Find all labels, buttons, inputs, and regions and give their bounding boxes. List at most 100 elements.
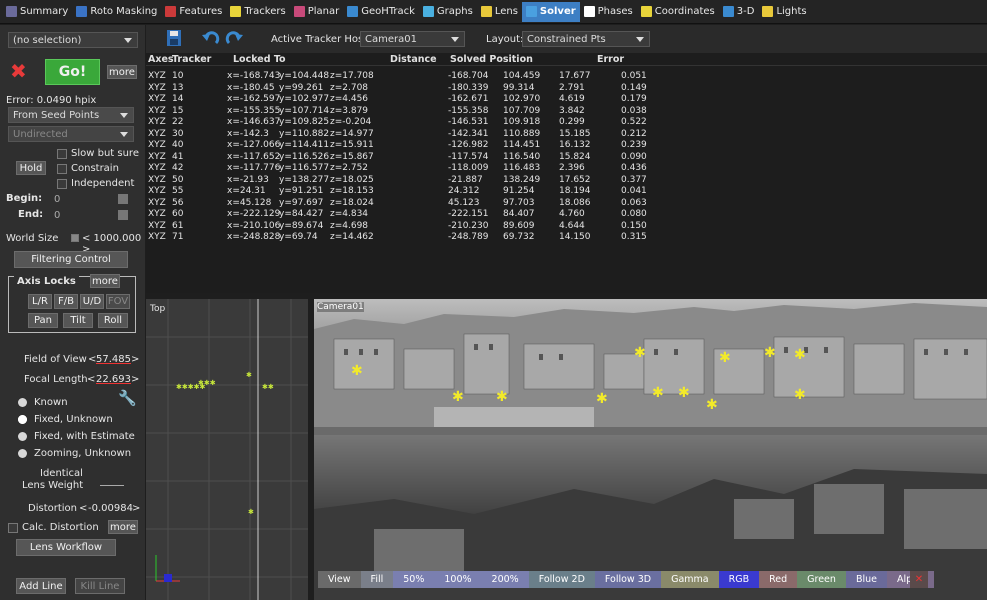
- direction-dropdown[interactable]: Undirected: [8, 126, 134, 142]
- view-200--button[interactable]: 200%: [481, 571, 529, 588]
- begin-frame-value[interactable]: 0: [54, 194, 60, 205]
- tab-planar[interactable]: Planar: [290, 2, 344, 22]
- tab-lights[interactable]: Lights: [758, 2, 810, 22]
- table-row[interactable]: XYZ 10 x=-168.743 y=104.448 z=17.708 -168.704…: [146, 71, 987, 82]
- top-viewport[interactable]: ✱✱✱✱✱ ✱✱✱ ✱ ✱✱ ✱ Top: [146, 299, 308, 600]
- view-red-button[interactable]: Red: [759, 571, 798, 588]
- field-of-view-value[interactable]: 57.485: [96, 354, 131, 365]
- table-row[interactable]: XYZ 60 x=-222.129 y=84.427 z=4.834 -222.151 84…: [146, 209, 987, 220]
- world-size-lock-checkbox[interactable]: [71, 234, 79, 242]
- tab-3-d[interactable]: 3-D: [719, 2, 759, 22]
- solver-more-button[interactable]: more: [107, 65, 137, 79]
- focal-length-value[interactable]: 22.693: [96, 374, 131, 385]
- tab-coordinates[interactable]: Coordinates: [637, 2, 719, 22]
- tracker-marker[interactable]: ✱: [719, 350, 731, 366]
- tab-lens[interactable]: Lens: [477, 2, 522, 22]
- table-row[interactable]: XYZ 56 x=45.128 y=97.697 z=18.024 45.123 97.70…: [146, 198, 987, 209]
- table-row[interactable]: XYZ 61 x=-210.106 y=89.674 z=4.698 -210.230 89…: [146, 221, 987, 232]
- lock-lr-button[interactable]: L/R: [28, 294, 52, 309]
- camera-viewport[interactable]: ✱ ✱ ✱ ✱ ✱ ✱ ✱ ✱ ✱ ✱ ✱ ✱ Camera01: [314, 299, 987, 600]
- begin-key-checkbox[interactable]: [118, 194, 128, 204]
- lens-workflow-button[interactable]: Lens Workflow: [16, 539, 116, 556]
- wrench-icon[interactable]: 🔧: [118, 389, 137, 407]
- save-icon[interactable]: [166, 29, 182, 47]
- table-row[interactable]: XYZ 30 x=-142.3 y=110.882 z=14.977 -142.341 11…: [146, 129, 987, 140]
- fov-increment[interactable]: >: [131, 354, 139, 365]
- fixed-with-estimate-radio[interactable]: [18, 432, 27, 441]
- table-row[interactable]: XYZ 50 x=-21.93 y=138.277 z=18.025 -21.887 138…: [146, 175, 987, 186]
- lock-pan-button[interactable]: Pan: [28, 313, 58, 328]
- tab-geohtrack[interactable]: GeoHTrack: [343, 2, 419, 22]
- lock-ud-button[interactable]: U/D: [80, 294, 104, 309]
- fixed-unknown-radio[interactable]: [18, 415, 27, 424]
- active-tracker-host-dropdown[interactable]: Camera01: [360, 31, 465, 47]
- view-100--button[interactable]: 100%: [434, 571, 482, 588]
- tracker-marker[interactable]: ✱✱: [262, 383, 274, 391]
- tracker-marker[interactable]: ✱: [496, 389, 508, 405]
- calc-distortion-checkbox[interactable]: [8, 523, 18, 533]
- table-row[interactable]: XYZ 41 x=-117.652 y=116.526 z=15.867 -117.574…: [146, 152, 987, 163]
- table-row[interactable]: XYZ 71 x=-248.828 y=69.74 z=14.462 -248.789 69…: [146, 232, 987, 243]
- lock-fov-button[interactable]: FOV: [106, 294, 130, 309]
- tracker-marker[interactable]: ✱: [652, 385, 664, 401]
- lock-tilt-button[interactable]: Tilt: [63, 313, 93, 328]
- view-fill-button[interactable]: Fill: [360, 571, 394, 588]
- view-green-button[interactable]: Green: [797, 571, 846, 588]
- tracker-marker[interactable]: ✱: [596, 391, 608, 407]
- lock-roll-button[interactable]: Roll: [98, 313, 128, 328]
- undo-icon[interactable]: [201, 29, 221, 47]
- tracker-marker[interactable]: ✱: [246, 371, 252, 379]
- table-row[interactable]: XYZ 13 x=-180.45 y=99.261 z=2.708 -180.339 99.…: [146, 83, 987, 94]
- tracker-marker[interactable]: ✱: [706, 397, 718, 413]
- kill-line-button[interactable]: Kill Line: [75, 578, 125, 594]
- close-icon[interactable]: ✕: [910, 571, 928, 588]
- tab-roto-masking[interactable]: Roto Masking: [72, 2, 161, 22]
- tracker-marker[interactable]: ✱: [248, 508, 254, 516]
- tracker-cluster-marker[interactable]: ✱✱✱: [198, 379, 216, 387]
- focal-increment[interactable]: >: [131, 374, 139, 385]
- view-50--button[interactable]: 50%: [393, 571, 435, 588]
- redo-icon[interactable]: [224, 29, 244, 47]
- table-row[interactable]: XYZ 55 x=24.31 y=91.251 z=18.153 24.312 91.254…: [146, 186, 987, 197]
- table-row[interactable]: XYZ 42 x=-117.776 y=116.577 z=2.752 -118.009 1…: [146, 163, 987, 174]
- view-follow-2d-button[interactable]: Follow 2D: [528, 571, 595, 588]
- layout-dropdown[interactable]: Constrained Pts: [522, 31, 650, 47]
- tab-trackers[interactable]: Trackers: [226, 2, 289, 22]
- selection-dropdown[interactable]: (no selection): [8, 32, 138, 48]
- view-rgb-button[interactable]: RGB: [718, 571, 760, 588]
- tracker-marker[interactable]: ✱: [351, 363, 363, 379]
- calc-distortion-more-button[interactable]: more: [108, 520, 138, 534]
- table-row[interactable]: XYZ 15 x=-155.355 y=107.714 z=3.879 -155.358 1…: [146, 106, 987, 117]
- go-button[interactable]: Go!: [45, 59, 100, 85]
- focal-decrement[interactable]: <: [87, 374, 95, 385]
- view-follow-3d-button[interactable]: Follow 3D: [594, 571, 662, 588]
- axis-locks-more-button[interactable]: more: [90, 274, 120, 288]
- filtering-control-button[interactable]: Filtering Control: [14, 251, 128, 268]
- tracker-marker[interactable]: ✱: [452, 389, 464, 405]
- constrain-checkbox[interactable]: [57, 164, 67, 174]
- view-view-button[interactable]: View: [318, 571, 361, 588]
- distortion-increment[interactable]: >: [132, 503, 140, 514]
- lock-fb-button[interactable]: F/B: [54, 294, 78, 309]
- known-radio[interactable]: [18, 398, 27, 407]
- independent-checkbox[interactable]: [57, 179, 67, 189]
- tab-phases[interactable]: Phases: [580, 2, 637, 22]
- tracker-marker[interactable]: ✱: [634, 345, 646, 361]
- distortion-decrement[interactable]: <: [79, 503, 87, 514]
- zooming-unknown-radio[interactable]: [18, 449, 27, 458]
- tab-solver[interactable]: Solver: [521, 1, 580, 22]
- view-blue-button[interactable]: Blue: [845, 571, 887, 588]
- end-key-checkbox[interactable]: [118, 210, 128, 220]
- tab-summary[interactable]: Summary: [2, 2, 72, 22]
- tracker-marker[interactable]: ✱: [794, 387, 806, 403]
- table-row[interactable]: XYZ 14 x=-162.597 y=102.977 z=4.456 -162.671 1…: [146, 94, 987, 105]
- tracker-marker[interactable]: ✱: [678, 385, 690, 401]
- view-gamma-button[interactable]: Gamma: [661, 571, 719, 588]
- tab-features[interactable]: Features: [161, 2, 226, 22]
- solve-mode-dropdown[interactable]: From Seed Points: [8, 107, 134, 123]
- table-row[interactable]: XYZ 40 x=-127.066 y=114.411 z=15.911 -126.982…: [146, 140, 987, 151]
- lens-weight-slider[interactable]: [100, 485, 124, 486]
- distortion-value[interactable]: -0.00984: [88, 503, 133, 514]
- hold-button[interactable]: Hold: [16, 161, 46, 175]
- tracker-marker[interactable]: ✱: [794, 347, 806, 363]
